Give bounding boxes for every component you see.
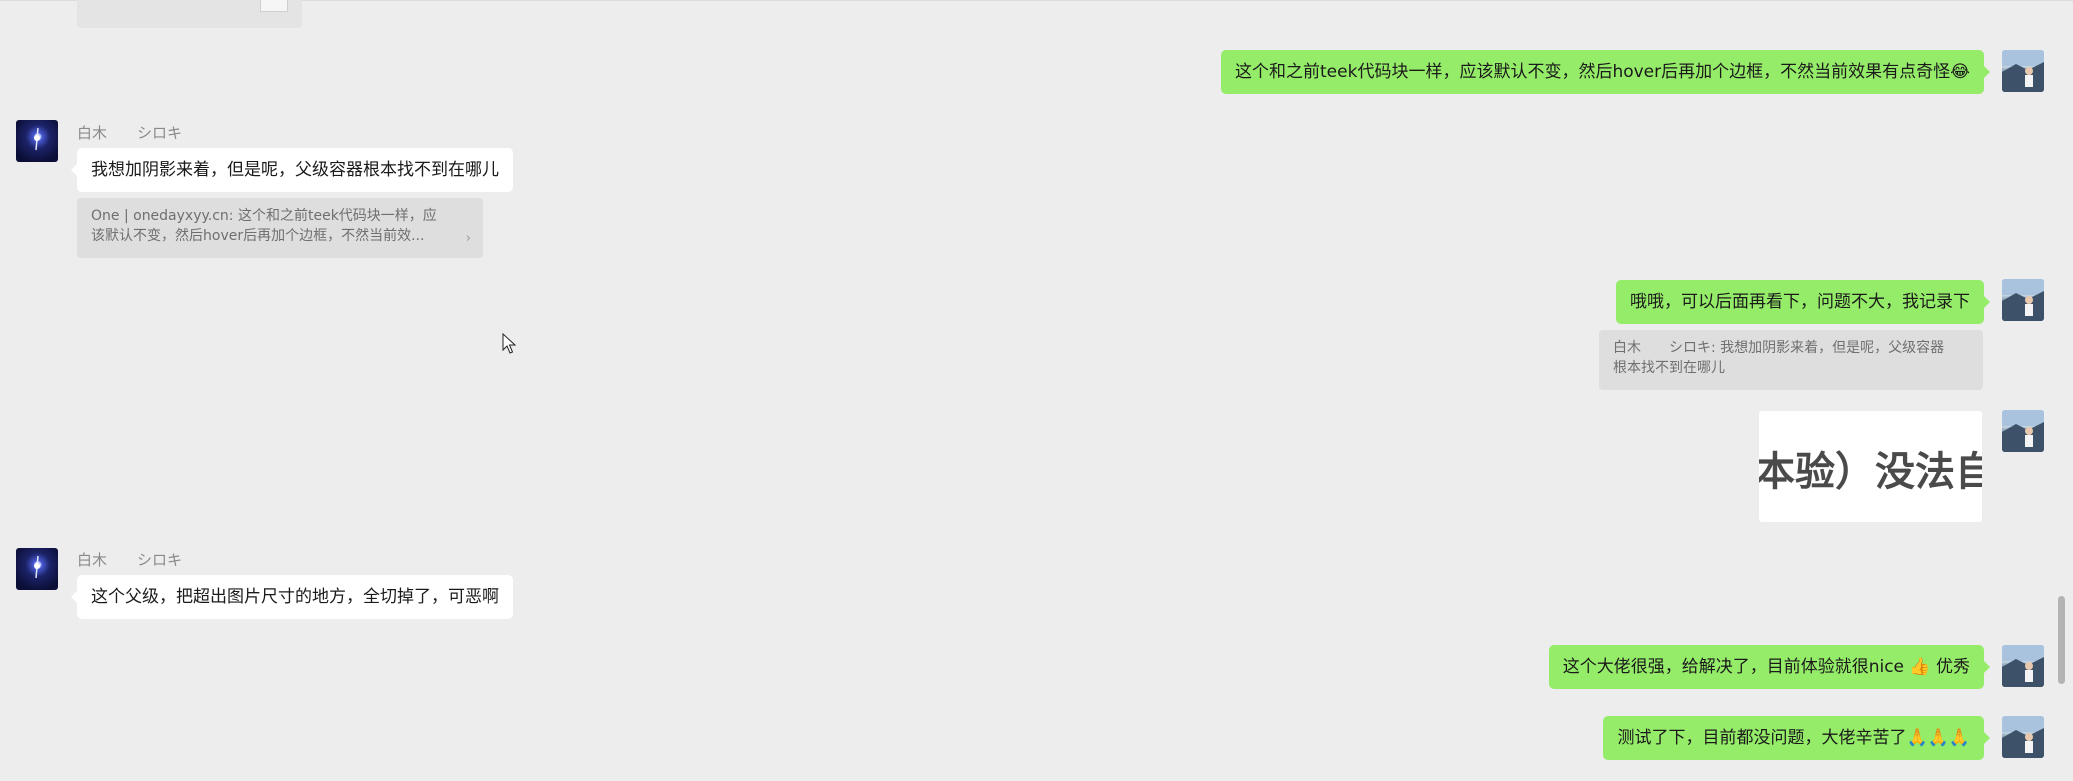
message-bubble-outgoing[interactable]: 这个大佬很强，给解决了，目前体验就很nice 👍 优秀 — [1548, 645, 1991, 689]
my-avatar[interactable] — [2002, 279, 2044, 321]
message-text: 我想加阴影来着，但是呢，父级容器根本找不到在哪儿 — [91, 160, 499, 180]
header-divider — [0, 0, 2073, 1]
my-avatar[interactable] — [2002, 50, 2044, 92]
quoted-message[interactable]: 白木 シロキ: 我想加阴影来着，但是呢，父级容器 根本找不到在哪儿 — [1599, 330, 1983, 390]
quote-line-1: One | onedayxyy.cn: 这个和之前teek代码块一样，应 — [91, 208, 437, 224]
my-avatar[interactable] — [2002, 410, 2044, 452]
quote-line-1: 白木 シロキ: 我想加阴影来着，但是呢，父级容器 — [1613, 340, 1945, 356]
message-text: 这个父级，把超出图片尺寸的地方，全切掉了，可恶啊 — [91, 587, 499, 607]
file-thumbnail-icon — [260, 0, 288, 12]
quoted-message[interactable]: One | onedayxyy.cn: 这个和之前teek代码块一样，应 该默认… — [77, 198, 483, 258]
image-text: 本验）没法自动 — [1759, 449, 1982, 495]
message-bubble-incoming[interactable]: 我想加阴影来着，但是呢，父级容器根本找不到在哪儿 — [71, 148, 513, 192]
message-bubble-incoming[interactable]: 这个父级，把超出图片尺寸的地方，全切掉了，可恶啊 — [71, 575, 513, 619]
quote-line-2: 该默认不变，然后hover后再加个边框，不然当前效... — [91, 228, 425, 244]
chevron-right-icon: › — [465, 231, 471, 246]
chat-message-area[interactable]: 这个和之前teek代码块一样，应该默认不变，然后hover后再加个边框，不然当前… — [0, 0, 2073, 781]
message-text: 测试了下，目前都没问题，大佬辛苦了🙏🙏🙏 — [1617, 728, 1970, 748]
message-bubble-outgoing[interactable]: 这个和之前teek代码块一样，应该默认不变，然后hover后再加个边框，不然当前… — [1221, 50, 1990, 94]
message-text: 这个大佬很强，给解决了，目前体验就很nice 👍 优秀 — [1562, 657, 1970, 677]
message-text: 这个和之前teek代码块一样，应该默认不变，然后hover后再加个边框，不然当前… — [1235, 62, 1970, 82]
contact-avatar[interactable] — [16, 548, 58, 590]
message-bubble-outgoing[interactable]: 哦哦，可以后面再看下，问题不大，我记录下 — [1616, 280, 1990, 324]
sender-name: 白木 シロキ — [77, 551, 183, 569]
sender-name: 白木 シロキ — [77, 124, 183, 142]
my-avatar[interactable] — [2002, 645, 2044, 687]
quote-line-2: 根本找不到在哪儿 — [1613, 360, 1725, 376]
mouse-pointer-icon — [502, 333, 516, 354]
contact-avatar[interactable] — [16, 120, 58, 162]
scrollbar-thumb[interactable] — [2058, 596, 2065, 684]
previous-message-card[interactable] — [77, 0, 302, 28]
image-message[interactable]: 本验）没法自动 — [1759, 411, 1982, 522]
my-avatar[interactable] — [2002, 716, 2044, 758]
message-bubble-outgoing[interactable]: 测试了下，目前都没问题，大佬辛苦了🙏🙏🙏 — [1603, 716, 1990, 760]
message-text: 哦哦，可以后面再看下，问题不大，我记录下 — [1630, 292, 1970, 312]
